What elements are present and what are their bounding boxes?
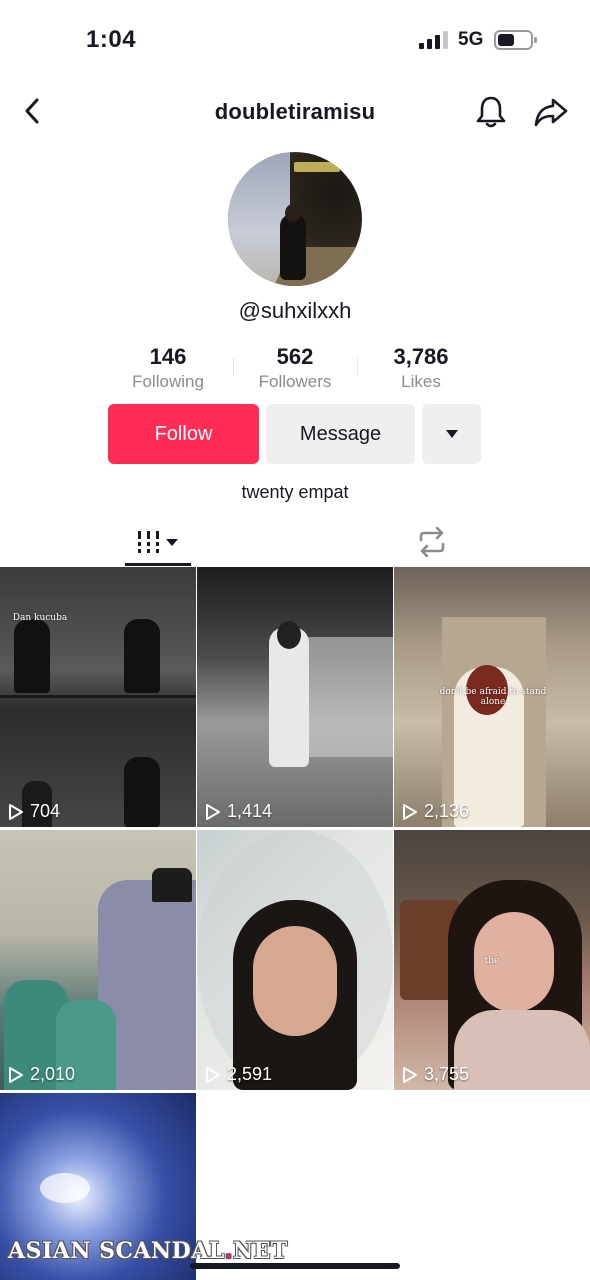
view-count: 2,010 [8,1064,75,1085]
profile-header: doubletiramisu [0,80,590,142]
video-caption-overlay: don't be afraid to stand alone [439,687,547,707]
stat-following-value: 146 [149,344,187,369]
split-line [0,695,196,698]
avatar-head [285,204,301,222]
stat-likes-label: Likes [401,372,441,391]
profile-actions: Follow Message [0,404,590,464]
view-count: 704 [8,801,60,822]
tent [307,637,393,757]
cellular-signal-icon [419,31,448,49]
view-count: 3,755 [402,1064,469,1085]
person-face [253,926,337,1036]
network-type: 5G [458,29,484,50]
stat-likes[interactable]: 3,786 Likes [361,344,481,392]
tab-reposts[interactable] [410,518,454,566]
repost-icon [419,527,445,557]
profile-avatar[interactable] [228,152,362,286]
video-tile[interactable]: don't be afraid to stand alone 2,136 [394,567,590,827]
watermark-text: ASIAN SCANDAL [8,1238,225,1264]
view-count-value: 2,136 [424,801,470,821]
stat-divider [233,358,234,376]
follow-button[interactable]: Follow [108,404,259,464]
suggested-accounts-button[interactable] [422,404,481,464]
person-shoulders [454,1010,590,1090]
video-grid-icon [136,531,178,553]
status-time: 1:04 [86,26,137,53]
active-tab-indicator [125,563,191,566]
view-count-value: 704 [30,801,61,821]
person-silhouette [124,757,160,827]
profile-stats: 146 Following 562 Followers 3,786 Likes [0,344,590,400]
caret-down-icon [445,430,458,438]
video-tile[interactable]: 2,591 [197,830,393,1090]
view-count: 1,414 [205,801,272,822]
view-count-value: 3,755 [424,1064,470,1084]
battery-icon [494,30,537,50]
video-tile[interactable]: 2,010 [0,830,196,1090]
status-bar: 1:04 5G [0,0,590,80]
light-glare [40,1173,90,1203]
video-tile[interactable]: the 3,755 [394,830,590,1090]
stat-following[interactable]: 146 Following [108,344,228,392]
person-silhouette [124,619,160,693]
view-count: 2,591 [205,1064,272,1085]
notifications-button[interactable] [474,94,508,130]
view-count-value: 1,414 [227,801,273,821]
stat-followers-value: 562 [276,344,314,369]
stat-divider [357,358,358,376]
view-count: 2,136 [402,801,469,822]
play-icon [9,1066,23,1083]
video-tile[interactable]: 1,414 [197,567,393,827]
message-button[interactable]: Message [266,404,415,464]
play-icon [9,803,23,820]
watermark: ASIAN SCANDAL.NET [8,1238,288,1264]
view-count-value: 2,591 [227,1064,273,1084]
tab-videos[interactable] [125,518,191,566]
share-arrow-icon [534,98,568,127]
profile-tabs [0,518,590,566]
share-button[interactable] [533,94,569,130]
stat-followers-label: Followers [258,372,332,391]
avatar-figure [280,214,306,280]
person-head [277,621,301,649]
stat-followers[interactable]: 562 Followers [235,344,355,392]
view-count-value: 2,010 [30,1064,76,1084]
stat-likes-value: 3,786 [393,344,449,369]
video-caption-overlay: Dan kucuba [12,613,68,623]
video-tile[interactable]: Dan kucuba 704 [0,567,196,827]
play-icon [403,803,417,820]
watermark-tld: NET [232,1238,288,1264]
play-icon [403,1066,417,1083]
avatar-light [294,162,340,172]
video-caption-overlay: the [484,956,500,966]
person-head [152,868,192,902]
play-icon [206,1066,220,1083]
stat-following-label: Following [132,372,204,391]
person-silhouette [14,619,50,693]
profile-bio: twenty empat [241,482,349,502]
play-icon [206,803,220,820]
home-indicator[interactable] [190,1263,400,1269]
watermark-dot: . [224,1238,233,1264]
profile-handle: @suhxilxxh [238,298,352,323]
bell-icon [476,96,506,128]
